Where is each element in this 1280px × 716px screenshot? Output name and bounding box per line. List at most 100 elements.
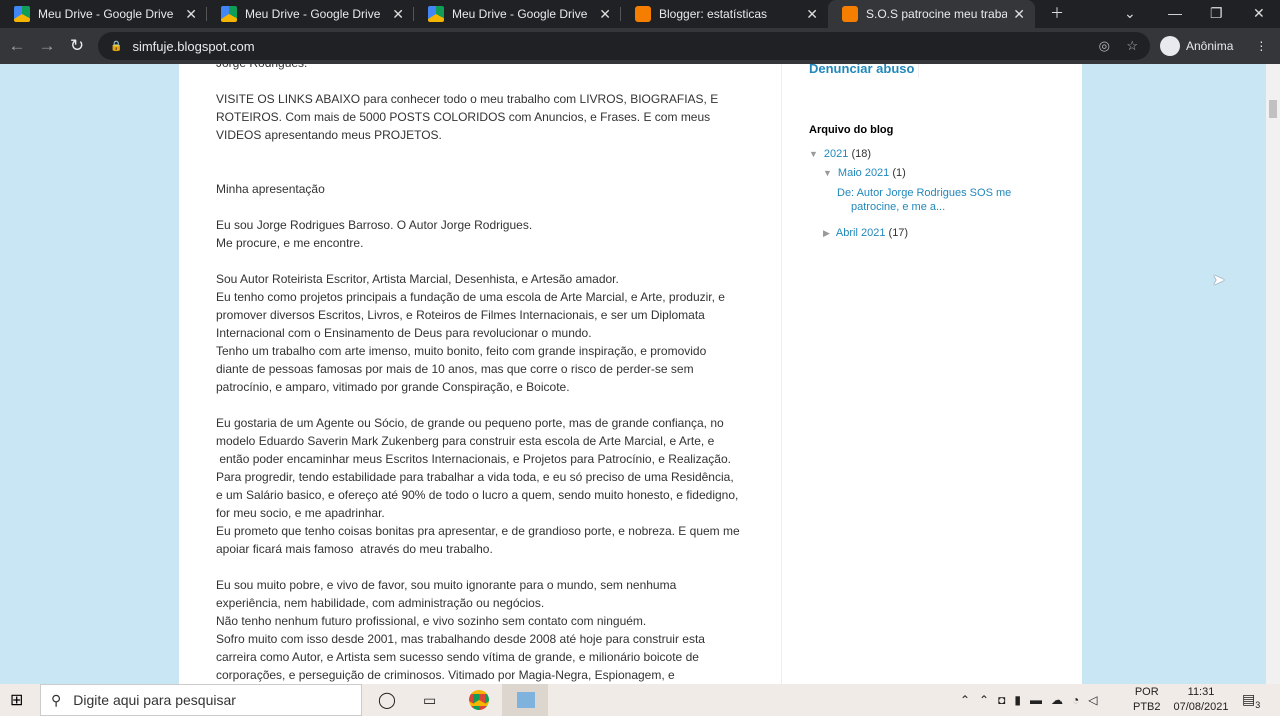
task-view-icon[interactable]: ▭ bbox=[423, 692, 436, 709]
post-line: Internacional com o Ensinamento de Deus … bbox=[216, 326, 592, 340]
year-count: (18) bbox=[851, 148, 872, 160]
back-button[interactable]: ← bbox=[2, 36, 32, 56]
incognito-profile-button[interactable]: Anônima ⋮ bbox=[1160, 36, 1267, 56]
sidebar-divider bbox=[781, 64, 782, 684]
post-paragraph: Jorge Rodrigues. bbox=[216, 64, 776, 72]
new-tab-button[interactable]: ＋ bbox=[1050, 0, 1064, 28]
report-abuse-link[interactable]: Denunciar abuso bbox=[809, 64, 919, 78]
post-line: for meu socio, e me apadrinhar. bbox=[216, 506, 385, 520]
tab-title: Blogger: estatísticas bbox=[659, 7, 768, 21]
bookmark-star-icon[interactable]: ☆ bbox=[1126, 38, 1138, 54]
taskbar-search-box[interactable]: ⚲ Digite aqui para pesquisar bbox=[40, 684, 362, 716]
app-icon[interactable] bbox=[502, 684, 548, 716]
tab-title: S.O.S patrocine meu trabalho bbox=[866, 7, 1008, 21]
archive-year-link[interactable]: 2021 bbox=[824, 148, 848, 160]
search-placeholder: Digite aqui para pesquisar bbox=[73, 692, 236, 708]
post-line: Para progredir, tendo estabilidade para … bbox=[216, 470, 734, 484]
blogger-icon bbox=[842, 6, 858, 22]
restore-button[interactable]: ❐ bbox=[1210, 0, 1223, 28]
close-tab-icon[interactable]: ✕ bbox=[806, 6, 818, 23]
google-drive-icon bbox=[428, 6, 444, 22]
post-link-line[interactable]: patrocine, e me a... bbox=[837, 201, 945, 213]
post-line: Eu sou muito pobre, e vivo de favor, sou… bbox=[216, 578, 677, 592]
clock[interactable]: 11:31 07/08/2021 bbox=[1170, 685, 1232, 715]
post-paragraph: Eu sou Jorge Rodrigues Barroso. O Autor … bbox=[216, 216, 776, 252]
post-line: modelo Eduardo Saverin Mark Zukenberg pa… bbox=[216, 434, 715, 448]
post-line: diante de pessoas famosas por mais de 10… bbox=[216, 362, 694, 376]
scrollbar-thumb[interactable] bbox=[1269, 100, 1277, 118]
page-viewport: Jorge Rodrigues. VISITE OS LINKS ABAIXO p… bbox=[0, 64, 1266, 684]
collapse-triangle-icon[interactable]: ▼ bbox=[809, 149, 818, 159]
google-drive-icon bbox=[14, 6, 30, 22]
post-body: Jorge Rodrigues. VISITE OS LINKS ABAIXO p… bbox=[216, 64, 776, 684]
collapse-triangle-icon[interactable]: ▼ bbox=[823, 168, 832, 178]
archive-post-link[interactable]: De: Autor Jorge Rodrigues SOS me patrocin… bbox=[837, 186, 1011, 214]
forward-button[interactable]: → bbox=[32, 36, 62, 56]
tab-title: Meu Drive - Google Drive bbox=[245, 7, 381, 21]
post-line: Eu sou Jorge Rodrigues Barroso. O Autor … bbox=[216, 218, 533, 232]
post-line: patrocínio, e amparo, vitimado por grand… bbox=[216, 380, 570, 394]
browser-tab[interactable]: Meu Drive - Google Drive ✕ bbox=[207, 0, 414, 28]
browser-tab[interactable]: Meu Drive - Google Drive ✕ bbox=[414, 0, 621, 28]
archive-month-link[interactable]: Maio 2021 bbox=[838, 167, 889, 179]
expand-triangle-icon[interactable]: ▶ bbox=[823, 228, 830, 238]
sidebar: Denunciar abuso Arquivo do blog ▼ 2021 (1… bbox=[809, 64, 1059, 239]
post-line: VIDEOS apresentando meus PROJETOS. bbox=[216, 128, 442, 142]
menu-icon[interactable]: ⋮ bbox=[1255, 39, 1267, 53]
post-line: ROTEIROS. Com mais de 5000 POSTS COLORID… bbox=[216, 110, 711, 124]
month-count: (1) bbox=[892, 167, 906, 179]
language-indicator[interactable]: POR PTB2 bbox=[1133, 685, 1161, 715]
windows-start-icon[interactable]: ⊞ bbox=[10, 690, 23, 710]
close-tab-icon[interactable]: ✕ bbox=[392, 6, 404, 23]
post-line: Me procure, e me encontre. bbox=[216, 236, 364, 250]
post-line: experiência, nem habilidade, com adminis… bbox=[216, 596, 545, 610]
close-window-button[interactable]: ✕ bbox=[1253, 0, 1265, 28]
post-line: então poder encaminhar meus Escritos Int… bbox=[216, 452, 731, 466]
windows-taskbar: ⊞ ⚲ Digite aqui para pesquisar ◯ ▭ ⌃⌃◘▮▬… bbox=[0, 684, 1280, 716]
post-paragraph: Eu sou muito pobre, e vivo de favor, sou… bbox=[216, 576, 776, 684]
chrome-icon[interactable] bbox=[469, 690, 489, 710]
profile-label: Anônima bbox=[1186, 39, 1234, 53]
post-line: carreira como Autor, e Artista sem suces… bbox=[216, 650, 699, 664]
post-line: Eu tenho como projetos principais a fund… bbox=[216, 290, 725, 304]
month-count: (17) bbox=[888, 227, 909, 239]
tray-icons[interactable]: ⌃⌃◘▮▬☁◔◁ bbox=[960, 693, 1106, 707]
browser-tab[interactable]: Meu Drive - Google Drive ✕ bbox=[0, 0, 207, 28]
post-line: Eu prometo que tenho coisas bonitas pra … bbox=[216, 524, 740, 538]
post-paragraph: Minha apresentação bbox=[216, 180, 776, 198]
address-bar[interactable]: 🔒 simfuje.blogspot.com ◎ ☆ bbox=[98, 32, 1150, 60]
mouse-cursor-icon: ➤ bbox=[1212, 272, 1226, 289]
tab-title: Meu Drive - Google Drive bbox=[38, 7, 174, 21]
post-line: Minha apresentação bbox=[216, 182, 325, 196]
browser-tab[interactable]: S.O.S patrocine meu trabalho ✕ bbox=[828, 0, 1035, 28]
close-tab-icon[interactable]: ✕ bbox=[1013, 6, 1025, 23]
post-line: e um Salário basico, e ofereço até 90% d… bbox=[216, 488, 739, 502]
search-icon: ⚲ bbox=[51, 691, 62, 708]
close-tab-icon[interactable]: ✕ bbox=[599, 6, 611, 23]
reload-button[interactable]: ↻ bbox=[62, 36, 92, 56]
cortana-icon[interactable]: ◯ bbox=[378, 690, 396, 710]
post-line: Não tenho nenhum futuro profissional, e … bbox=[216, 614, 647, 628]
close-tab-icon[interactable]: ✕ bbox=[185, 6, 197, 23]
archive-title: Arquivo do blog bbox=[809, 124, 894, 136]
vertical-scrollbar[interactable] bbox=[1266, 64, 1280, 684]
tab-strip: Meu Drive - Google Drive ✕ Meu Drive - Goo… bbox=[0, 0, 1280, 28]
google-drive-icon bbox=[221, 6, 237, 22]
notification-center-icon[interactable]: ▤3 bbox=[1242, 691, 1260, 710]
archive-month-link[interactable]: Abril 2021 bbox=[836, 227, 886, 239]
post-line: Sofro muito com isso desde 2001, mas tra… bbox=[216, 632, 705, 646]
eye-off-icon[interactable]: ◎ bbox=[1099, 38, 1110, 54]
post-link-line[interactable]: De: Autor Jorge Rodrigues SOS me bbox=[837, 187, 1011, 199]
post-line: Eu gostaria de um Agente ou Sócio, de gr… bbox=[216, 416, 724, 430]
browser-toolbar: ← → ↻ 🔒 simfuje.blogspot.com ◎ ☆ Anônima… bbox=[0, 28, 1280, 64]
post-paragraph: Eu gostaria de um Agente ou Sócio, de gr… bbox=[216, 414, 776, 558]
url-text: simfuje.blogspot.com bbox=[132, 38, 255, 54]
browser-tab[interactable]: Blogger: estatísticas ✕ bbox=[621, 0, 828, 28]
post-line: promover diversos Escritos, Livros, e Ro… bbox=[216, 308, 705, 322]
incognito-icon bbox=[1160, 36, 1180, 56]
minimize-button[interactable]: — bbox=[1168, 0, 1182, 28]
tab-search-icon[interactable]: ⌄ bbox=[1124, 0, 1136, 28]
post-line: apoiar ficará mais famoso através do meu… bbox=[216, 542, 493, 556]
blog-content-panel: Jorge Rodrigues. VISITE OS LINKS ABAIXO p… bbox=[179, 64, 1082, 684]
post-paragraph: Sou Autor Roteirista Escritor, Artista M… bbox=[216, 270, 776, 396]
